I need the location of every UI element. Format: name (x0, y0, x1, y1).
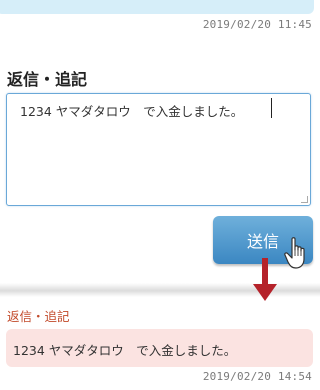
resize-handle-icon[interactable] (301, 196, 308, 203)
posted-message-bubble: 1234 ヤマダタロウ で入金しました。 (6, 329, 313, 367)
reply-section-title: 返信・追記 (7, 70, 88, 89)
down-arrow-icon (253, 258, 277, 301)
posted-message-timestamp: 2019/02/20 14:54 (202, 370, 312, 383)
reply-textarea[interactable]: 1234 ヤマダタロウ で入金しました。 (6, 93, 311, 206)
text-caret (271, 98, 272, 118)
send-button-label: 送信 (246, 232, 279, 251)
posted-message-label: 返信・追記 (7, 309, 70, 324)
previous-message-bubble (0, 0, 314, 14)
posted-message-text: 1234 ヤマダタロウ で入金しました。 (13, 343, 237, 358)
pointer-hand-icon (284, 237, 305, 269)
reply-textarea-value: 1234 ヤマダタロウ で入金しました。 (20, 104, 244, 119)
previous-message-timestamp: 2019/02/20 11:45 (202, 18, 312, 31)
